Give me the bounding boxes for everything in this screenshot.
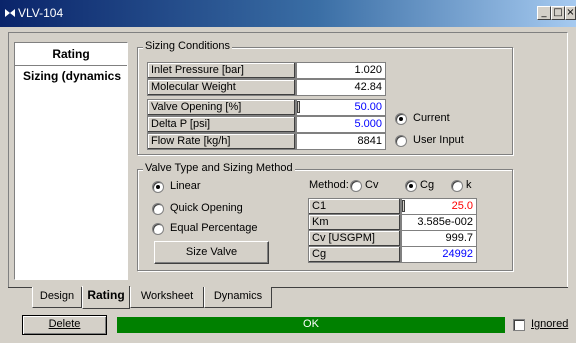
linear-radio[interactable]: [152, 181, 164, 193]
tab-rating[interactable]: Rating: [82, 286, 130, 309]
coeff-cv-label: Cv [USGPM]: [308, 230, 401, 247]
page-list-item-rating[interactable]: Rating: [15, 47, 127, 61]
tab-worksheet[interactable]: Worksheet: [130, 287, 204, 308]
valve-opening-text: 50.00: [354, 101, 382, 113]
method-k-radio[interactable]: [451, 180, 463, 192]
current-radio[interactable]: [395, 113, 407, 125]
valve-icon: [5, 9, 15, 17]
coeff-c1-value[interactable]: 25.0: [401, 198, 477, 215]
coeff-cg-value[interactable]: 24992: [401, 246, 477, 263]
user-input-radio-label[interactable]: User Input: [413, 134, 464, 146]
radio-dot: [399, 117, 403, 121]
page-list[interactable]: Rating Sizing (dynamics: [14, 42, 128, 280]
method-label: Method:: [309, 179, 349, 191]
coeff-c1-label: C1: [308, 198, 401, 215]
equal-percentage-radio-label[interactable]: Equal Percentage: [170, 222, 257, 234]
linear-radio-label[interactable]: Linear: [170, 180, 201, 192]
radio-dot: [156, 185, 160, 189]
tab-design[interactable]: Design: [32, 287, 82, 308]
page-list-item-sizing[interactable]: Sizing (dynamics: [23, 69, 135, 83]
ignored-checkbox[interactable]: [513, 319, 525, 331]
coeff-cg-label: Cg: [308, 246, 401, 263]
method-cg-radio[interactable]: [405, 180, 417, 192]
quick-opening-radio[interactable]: [152, 203, 164, 215]
method-cv-radio[interactable]: [350, 180, 362, 192]
sizing-conditions-legend: Sizing Conditions: [143, 40, 232, 52]
equal-percentage-radio[interactable]: [152, 223, 164, 235]
minimize-button[interactable]: _: [537, 6, 551, 20]
valve-type-legend: Valve Type and Sizing Method: [143, 162, 295, 174]
delta-p-value[interactable]: 5.000: [296, 116, 386, 133]
quick-opening-radio-label[interactable]: Quick Opening: [170, 202, 243, 214]
method-k-label[interactable]: k: [466, 179, 472, 191]
method-cv-label[interactable]: Cv: [365, 179, 378, 191]
molecular-weight-value[interactable]: 42.84: [296, 79, 386, 96]
delete-button[interactable]: Delete: [22, 315, 107, 335]
molecular-weight-label: Molecular Weight: [147, 79, 296, 96]
delete-button-label: Delete: [48, 318, 81, 330]
valve-opening-value[interactable]: 50.00: [296, 99, 386, 116]
ignored-label[interactable]: Ignored: [531, 318, 568, 330]
coeff-km-value[interactable]: 3.585e-002: [401, 214, 477, 231]
coeff-km-label: Km: [308, 214, 401, 231]
inlet-pressure-value[interactable]: 1.020: [296, 62, 386, 79]
method-cg-label[interactable]: Cg: [420, 179, 434, 191]
size-valve-button[interactable]: Size Valve: [154, 241, 269, 264]
status-bar: OK: [117, 317, 505, 333]
title-bar[interactable]: VLV-104 _ □ ×: [0, 0, 576, 27]
list-divider: [15, 65, 127, 66]
close-button[interactable]: ×: [565, 6, 576, 20]
delta-p-label: Delta P [psi]: [147, 116, 296, 133]
c1-slider-handle[interactable]: [402, 200, 405, 212]
current-radio-label[interactable]: Current: [413, 112, 450, 124]
flow-rate-value[interactable]: 8841: [296, 133, 386, 150]
user-input-radio[interactable]: [395, 135, 407, 147]
inlet-pressure-label: Inlet Pressure [bar]: [147, 62, 296, 79]
flow-rate-label: Flow Rate [kg/h]: [147, 133, 296, 150]
radio-dot: [409, 184, 413, 188]
coeff-c1-text: 25.0: [451, 200, 473, 212]
coeff-cv-value[interactable]: 999.7: [401, 230, 477, 247]
valve-opening-label: Valve Opening [%]: [147, 99, 296, 116]
window-title: VLV-104: [18, 6, 64, 20]
valve-opening-slider-handle[interactable]: [297, 101, 300, 113]
tab-dynamics[interactable]: Dynamics: [204, 287, 272, 308]
restore-button[interactable]: □: [551, 6, 565, 20]
